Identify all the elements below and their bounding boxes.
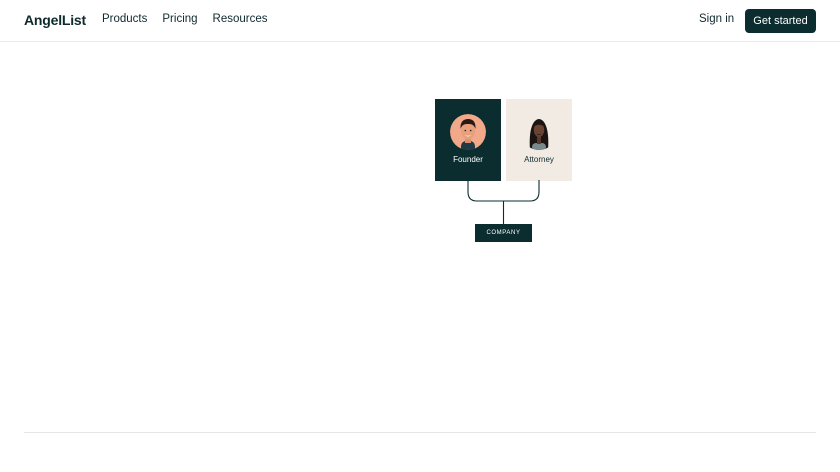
founder-avatar [450, 114, 486, 150]
company-box: COMPANY [475, 224, 532, 242]
attorney-avatar [521, 114, 557, 150]
page: AngelList Products Pricing Resources Sig… [0, 0, 840, 472]
attorney-label: Attorney [524, 155, 554, 164]
founder-card: Founder [435, 99, 501, 181]
nav-item-resources[interactable]: Resources [213, 13, 268, 25]
founder-portrait-icon [450, 114, 486, 150]
get-started-button[interactable]: Get started [745, 9, 816, 33]
top-navigation: AngelList Products Pricing Resources Sig… [0, 0, 840, 42]
attorney-portrait-icon [521, 114, 557, 150]
main-nav: Products Pricing Resources [102, 13, 268, 25]
section-divider [24, 432, 816, 433]
connector-lines [467, 180, 540, 224]
attorney-card: Attorney [506, 99, 572, 181]
angellist-logo[interactable]: AngelList [24, 12, 86, 28]
nav-item-products[interactable]: Products [102, 13, 147, 25]
founder-label: Founder [453, 155, 483, 164]
sign-in-link[interactable]: Sign in [699, 13, 734, 25]
nav-item-pricing[interactable]: Pricing [162, 13, 197, 25]
